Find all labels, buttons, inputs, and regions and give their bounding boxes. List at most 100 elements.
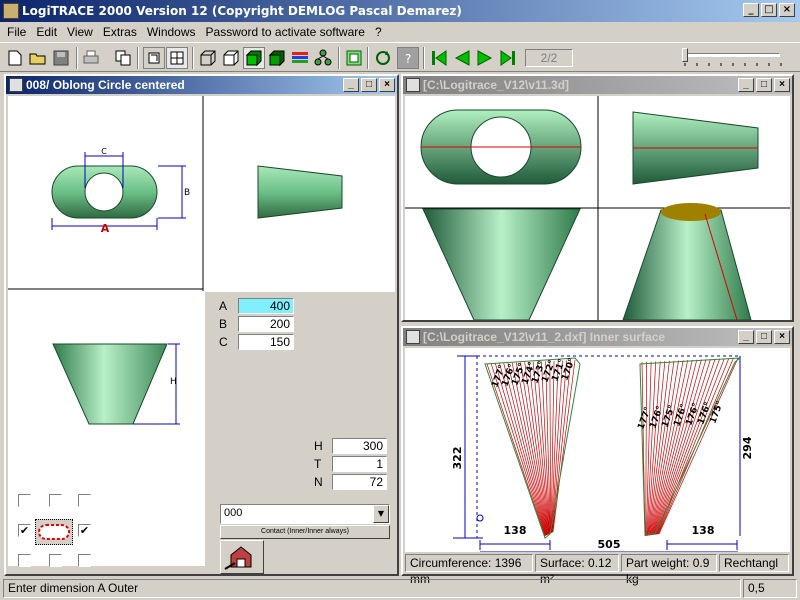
checkbox-top-left[interactable] bbox=[18, 494, 31, 507]
pattern-line bbox=[645, 361, 652, 536]
doc-icon[interactable] bbox=[406, 330, 420, 344]
input-h[interactable]: 300 bbox=[332, 438, 387, 454]
maximize-icon[interactable]: □ bbox=[761, 3, 777, 17]
tree-icon[interactable] bbox=[312, 47, 334, 69]
cube-wire-icon[interactable] bbox=[197, 47, 219, 69]
dxf-canvas[interactable]: 322 294 138 138 505 177° 176° 175° 174° 173°… bbox=[405, 348, 790, 553]
checkbox-left[interactable]: ✔ bbox=[18, 524, 31, 537]
checkbox-bottom-mid[interactable] bbox=[49, 554, 62, 567]
close-icon[interactable]: × bbox=[774, 78, 790, 92]
rotate-icon[interactable] bbox=[372, 47, 394, 69]
label-t: T bbox=[314, 457, 322, 471]
close-icon[interactable]: × bbox=[379, 78, 395, 92]
copy-icon[interactable] bbox=[112, 47, 134, 69]
window-dxf: [C:\Logitrace_V12\v11_2.dxf] Inner surfa… bbox=[401, 326, 794, 586]
prev-icon[interactable] bbox=[451, 47, 473, 69]
dim-b-label: B bbox=[184, 188, 190, 198]
label-c: C bbox=[219, 335, 228, 349]
menu-edit[interactable]: Edit bbox=[31, 22, 62, 42]
chevron-down-icon[interactable]: ▼ bbox=[373, 505, 389, 523]
window-parameters: 008/ Oblong Circle centered _ □ × C B A … bbox=[4, 74, 399, 576]
first-icon[interactable] bbox=[428, 47, 450, 69]
last-icon[interactable] bbox=[497, 47, 519, 69]
window-3d-title: [C:\Logitrace_V12\v11.3d] _ □ × bbox=[403, 76, 792, 94]
dim-total-width: 505 bbox=[598, 538, 621, 551]
menu-extras[interactable]: Extras bbox=[98, 22, 142, 42]
palette-icon[interactable] bbox=[289, 47, 311, 69]
checkbox-right[interactable]: ✔ bbox=[78, 524, 91, 537]
cube-icon[interactable] bbox=[220, 47, 242, 69]
close-icon[interactable]: × bbox=[774, 330, 790, 344]
doc-icon[interactable] bbox=[406, 78, 420, 92]
menu-windows[interactable]: Windows bbox=[142, 22, 201, 42]
status-value: 0,5 bbox=[743, 579, 797, 598]
contact-button-label: Contact (Inner/Inner always) bbox=[261, 528, 349, 535]
contact-button[interactable]: Contact (Inner/Inner always) bbox=[220, 525, 390, 539]
next-icon[interactable] bbox=[474, 47, 496, 69]
pattern-line bbox=[486, 363, 546, 537]
checkbox-bottom-right[interactable] bbox=[78, 554, 91, 567]
checkbox-top-right[interactable] bbox=[78, 494, 91, 507]
zoom-slider[interactable] bbox=[680, 47, 785, 69]
menubar: File Edit View Extras Windows Password to act… bbox=[0, 22, 800, 42]
save-icon[interactable] bbox=[50, 47, 72, 69]
checkbox-top-mid[interactable] bbox=[49, 494, 62, 507]
pattern-line bbox=[552, 359, 576, 533]
pattern-line bbox=[653, 359, 702, 535]
open-icon[interactable] bbox=[27, 47, 49, 69]
circumference-status: Circumference: 1396 mm bbox=[405, 554, 533, 586]
input-a[interactable]: 400 bbox=[238, 298, 294, 314]
print-icon[interactable] bbox=[80, 47, 102, 69]
minimize-icon[interactable]: _ bbox=[743, 3, 759, 17]
input-n[interactable]: 72 bbox=[332, 474, 387, 490]
maximize-icon[interactable]: □ bbox=[756, 330, 772, 344]
menu-file[interactable]: File bbox=[0, 22, 31, 42]
page-indicator: 2/2 bbox=[525, 49, 573, 67]
surface-status: Surface: 0.12 m² bbox=[535, 554, 619, 586]
contact-options: ✔ ✔ bbox=[8, 486, 203, 574]
label-b: B bbox=[219, 317, 228, 331]
front-view: H bbox=[52, 343, 180, 425]
window-dxf-title: [C:\Logitrace_V12\v11_2.dxf] Inner surfa… bbox=[403, 328, 792, 346]
maximize-icon[interactable]: □ bbox=[756, 78, 772, 92]
window-3d-view: [C:\Logitrace_V12\v11.3d] _ □ × bbox=[401, 74, 794, 322]
cube-green-icon[interactable] bbox=[243, 47, 265, 69]
input-c[interactable]: 150 bbox=[238, 334, 294, 350]
app-title: LogiTRACE 2000 Version 12 (Copyright DEM… bbox=[22, 4, 462, 18]
pattern-line bbox=[503, 363, 547, 536]
new-icon[interactable] bbox=[4, 47, 26, 69]
view-grid-icon[interactable] bbox=[166, 47, 188, 69]
pattern-line bbox=[656, 358, 721, 535]
label-h: H bbox=[314, 439, 323, 453]
maximize-icon[interactable]: □ bbox=[361, 78, 377, 92]
pattern-line bbox=[549, 361, 552, 534]
input-t[interactable]: 1 bbox=[332, 456, 387, 472]
minimize-icon[interactable]: _ bbox=[343, 78, 359, 92]
view3d-canvas[interactable] bbox=[405, 96, 790, 321]
window-parameters-title: 008/ Oblong Circle centered _ □ × bbox=[6, 76, 397, 94]
generate-button[interactable] bbox=[220, 540, 264, 574]
zoom-slider-thumb[interactable] bbox=[682, 48, 688, 62]
doc-icon[interactable] bbox=[9, 78, 23, 92]
label-a: A bbox=[219, 299, 228, 313]
minimize-icon[interactable]: _ bbox=[738, 330, 754, 344]
frame-icon[interactable] bbox=[343, 47, 365, 69]
status-message: Enter dimension A Outer bbox=[3, 579, 741, 598]
menu-password[interactable]: Password to activate software bbox=[201, 22, 370, 42]
cube-shaded-icon[interactable] bbox=[266, 47, 288, 69]
house-icon bbox=[224, 546, 252, 570]
dim-height-right: 294 bbox=[741, 436, 754, 459]
app-icon[interactable] bbox=[3, 3, 19, 19]
checkbox-bottom-left[interactable] bbox=[18, 554, 31, 567]
input-b[interactable]: 200 bbox=[238, 316, 294, 332]
close-icon[interactable]: × bbox=[779, 3, 795, 17]
dim-bottom-right: 138 bbox=[692, 524, 715, 537]
menu-view[interactable]: View bbox=[62, 22, 98, 42]
shape-status: Rechtangl bbox=[719, 554, 789, 572]
menu-help[interactable]: ? bbox=[370, 22, 387, 42]
minimize-icon[interactable]: _ bbox=[738, 78, 754, 92]
info-icon[interactable]: ? bbox=[397, 47, 419, 69]
view2d-icon[interactable] bbox=[143, 47, 165, 69]
contact-combo[interactable]: 000 ▼ bbox=[220, 504, 390, 524]
pattern-line bbox=[645, 361, 647, 536]
